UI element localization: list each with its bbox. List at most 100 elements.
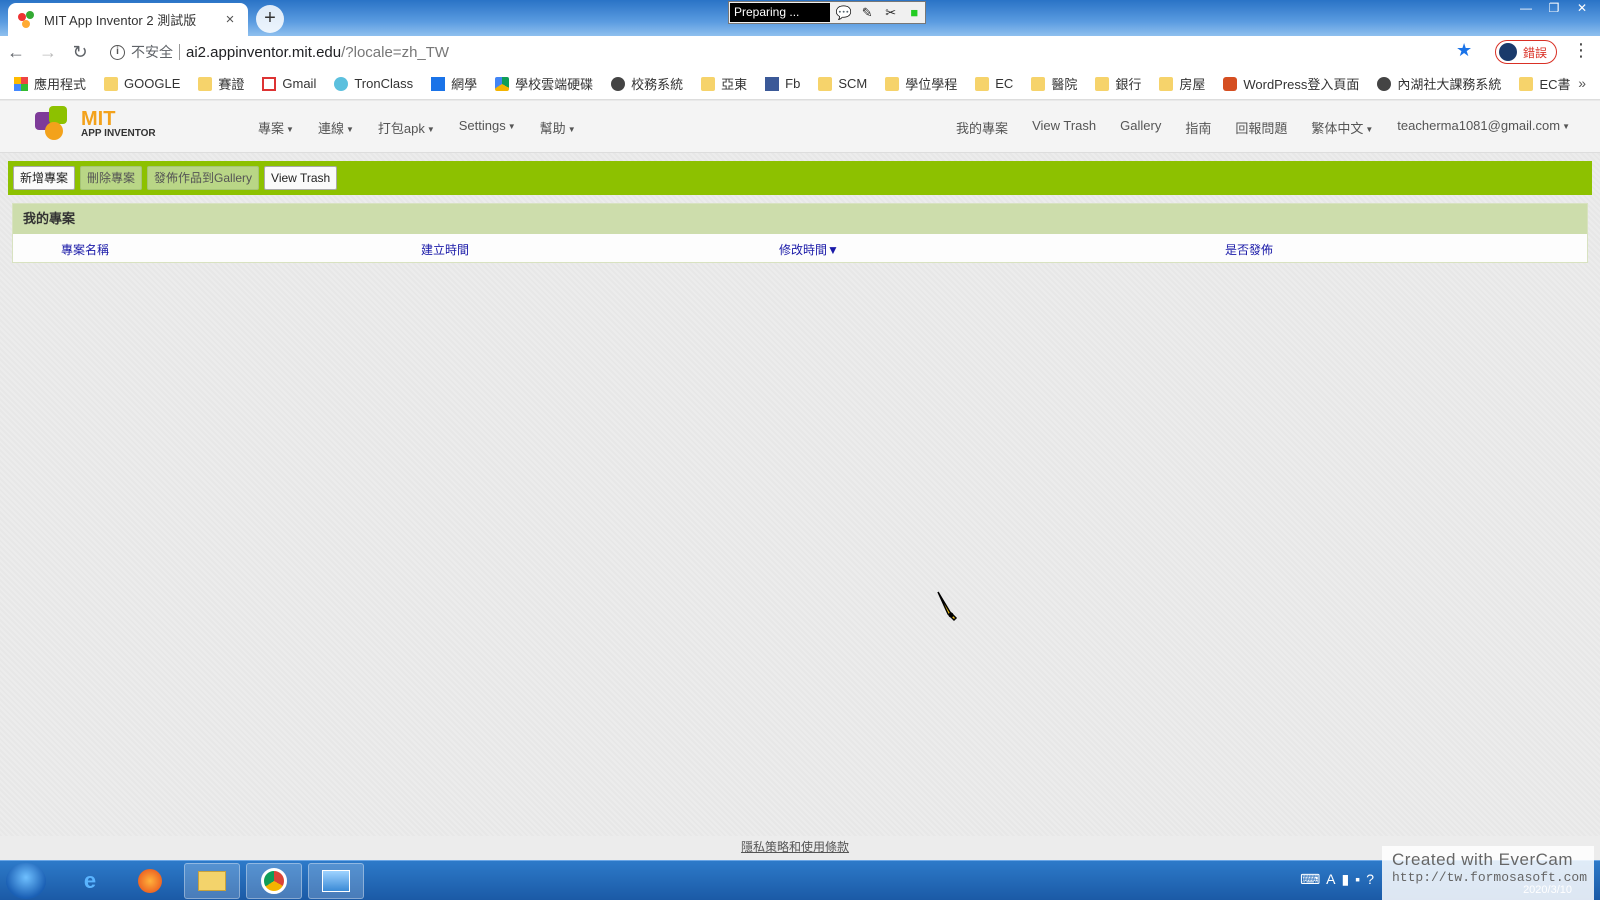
security-label[interactable]: 不安全 (131, 42, 173, 62)
chat-bubble-icon[interactable]: 💬 (834, 3, 854, 22)
menu-help[interactable]: 幫助 ▼ (528, 118, 588, 137)
menu-gallery[interactable]: Gallery (1108, 118, 1173, 137)
bookmark-item[interactable]: Fb (765, 76, 800, 91)
bookmark-item[interactable]: Gmail (262, 76, 316, 91)
info-icon[interactable]: i (110, 44, 125, 60)
window-icon[interactable]: ▮ (1342, 871, 1350, 888)
firefox-icon[interactable] (122, 863, 178, 899)
url-path: /?locale=zh_TW (341, 43, 450, 61)
bookmark-item[interactable]: TronClass (334, 76, 413, 91)
menu-view-trash[interactable]: View Trash (1020, 118, 1108, 137)
bookmark-label: 醫院 (1051, 77, 1078, 92)
back-button[interactable]: ← (0, 42, 32, 63)
menu-settings[interactable]: Settings ▼ (447, 118, 528, 137)
input-method-icon[interactable]: ⌨ (1300, 871, 1320, 888)
drive-icon (495, 76, 510, 91)
system-tray: ⌨ A ▮ ▪ ? (1300, 871, 1374, 888)
folder-icon (701, 76, 716, 91)
font-a-icon[interactable]: A (1326, 871, 1335, 888)
bookmark-item[interactable]: SCM (818, 76, 867, 91)
delete-project-button[interactable]: 刪除專案 (80, 166, 143, 190)
bookmark-item[interactable]: 內湖社大課務系統 (1377, 74, 1501, 93)
new-project-button[interactable]: 新增專案 (13, 166, 76, 190)
bookmark-item[interactable]: 亞東 (701, 74, 747, 93)
bookmarks-overflow-icon[interactable]: » (1578, 75, 1586, 91)
internet-explorer-icon[interactable]: e (62, 863, 118, 899)
reload-button[interactable]: ↻ (64, 42, 96, 63)
menu-language[interactable]: 繁体中文 ▼ (1299, 118, 1385, 137)
bookmark-item[interactable]: 賽證 (198, 74, 244, 93)
menu-report-issue[interactable]: 回報問題 (1223, 118, 1299, 137)
windows-taskbar: e ⌨ A ▮ ▪ ? (0, 860, 1600, 900)
restore-button[interactable]: ❐ (1540, 0, 1568, 18)
bookmark-item[interactable]: EC (975, 76, 1013, 91)
stop-icon[interactable]: ■ (904, 3, 924, 22)
close-window-button[interactable]: ✕ (1568, 0, 1596, 18)
evercam-recorder-bar: Preparing ... 💬 ✎ ✂ ■ (728, 1, 926, 24)
column-modified[interactable]: 修改時間▼ (779, 241, 839, 258)
mit-app-inventor-logo[interactable]: MIT APP INVENTOR (35, 106, 156, 142)
bookmark-item[interactable]: GOOGLE (104, 76, 180, 91)
taskbar-clock[interactable]: 2020/3/10 (1523, 884, 1572, 896)
bookmark-item[interactable]: 校務系統 (611, 74, 683, 93)
browser-tab[interactable]: MIT App Inventor 2 測試版 × (8, 3, 248, 36)
bookmark-item[interactable]: 醫院 (1031, 74, 1077, 93)
browser-menu-icon[interactable]: ⋮ (1572, 40, 1590, 61)
pencil-cursor-icon (937, 591, 958, 622)
view-trash-button[interactable]: View Trash (264, 166, 338, 190)
new-tab-button[interactable]: + (256, 5, 284, 33)
scissors-icon[interactable]: ✂ (881, 3, 901, 22)
windows-start-icon[interactable] (6, 863, 46, 899)
window-controls: — ❐ ✕ (1512, 0, 1596, 18)
top-menu-left: 專案 ▼ 連線 ▼ 打包apk ▼ Settings ▼ 幫助 ▼ (246, 118, 588, 137)
column-published[interactable]: 是否發佈 (1225, 241, 1273, 258)
forward-button[interactable]: → (32, 42, 64, 63)
caret-down-icon: ▼ (286, 125, 294, 135)
app-inventor-favicon-icon (18, 10, 36, 29)
bookmark-label: 校務系統 (631, 77, 684, 92)
file-explorer-icon[interactable] (184, 863, 240, 899)
publish-gallery-button[interactable]: 發佈作品到Gallery (147, 166, 260, 190)
menu-project[interactable]: 專案 ▼ (246, 118, 306, 137)
project-list: 我的專案 專案名稱 建立時間 修改時間▼ 是否發佈 (12, 203, 1588, 263)
close-icon[interactable]: × (222, 11, 238, 28)
bookmark-item[interactable]: 學校雲端硬碟 (495, 74, 593, 93)
bookmark-item[interactable]: 學位學程 (885, 74, 957, 93)
bookmark-item[interactable]: WordPress登入頁面 (1223, 74, 1359, 93)
menu-guide[interactable]: 指南 (1173, 118, 1223, 137)
watermark-line-1: Created with EverCam (1392, 850, 1574, 869)
column-project-name[interactable]: 專案名稱 (61, 241, 109, 258)
avatar (1499, 43, 1517, 61)
folder-icon (198, 76, 213, 91)
help-icon[interactable]: ? (1366, 871, 1374, 888)
omnibox[interactable]: i 不安全 ai2.appinventor.mit.edu/?locale=zh… (110, 39, 1450, 65)
menu-my-projects[interactable]: 我的專案 (944, 118, 1020, 137)
bookmark-item[interactable]: 網學 (431, 74, 477, 93)
photo-viewer-icon[interactable] (308, 863, 364, 899)
device-icon[interactable]: ▪ (1355, 871, 1360, 888)
profile-button[interactable]: 錯誤 (1495, 40, 1557, 64)
chrome-icon[interactable] (246, 863, 302, 899)
omnibox-divider (179, 44, 180, 60)
column-created[interactable]: 建立時間 (421, 241, 469, 258)
browser-tab-strip: MIT App Inventor 2 測試版 × + Preparing ...… (0, 0, 1600, 36)
menu-account[interactable]: teacherma1081@gmail.com ▼ (1385, 118, 1582, 137)
url-text[interactable]: ai2.appinventor.mit.edu/?locale=zh_TW (186, 44, 449, 61)
bookmark-item[interactable]: 房屋 (1159, 74, 1205, 93)
bookmark-label: 應用程式 (34, 77, 87, 92)
bookmark-item[interactable]: EC書 (1519, 74, 1571, 93)
address-bar: ← → ↻ i 不安全 ai2.appinventor.mit.edu/?loc… (0, 36, 1600, 68)
bookmark-item[interactable]: 銀行 (1095, 74, 1141, 93)
recorder-status: Preparing ... (730, 3, 830, 22)
bookmark-item[interactable]: 應用程式 (14, 74, 86, 93)
watermark-line-2: http://tw.formosasoft.com (1392, 870, 1588, 885)
menu-build[interactable]: 打包apk ▼ (366, 118, 447, 137)
bookmark-star-icon[interactable]: ★ (1456, 40, 1472, 61)
minimize-button[interactable]: — (1512, 0, 1540, 18)
privacy-terms-link[interactable]: 隱私策略和使用條款 (741, 838, 849, 855)
pencil-icon[interactable]: ✎ (857, 3, 877, 22)
folder-icon (1031, 76, 1046, 91)
menu-connect[interactable]: 連線 ▼ (306, 118, 366, 137)
gmail-icon (262, 76, 277, 91)
globe-icon (611, 76, 626, 91)
